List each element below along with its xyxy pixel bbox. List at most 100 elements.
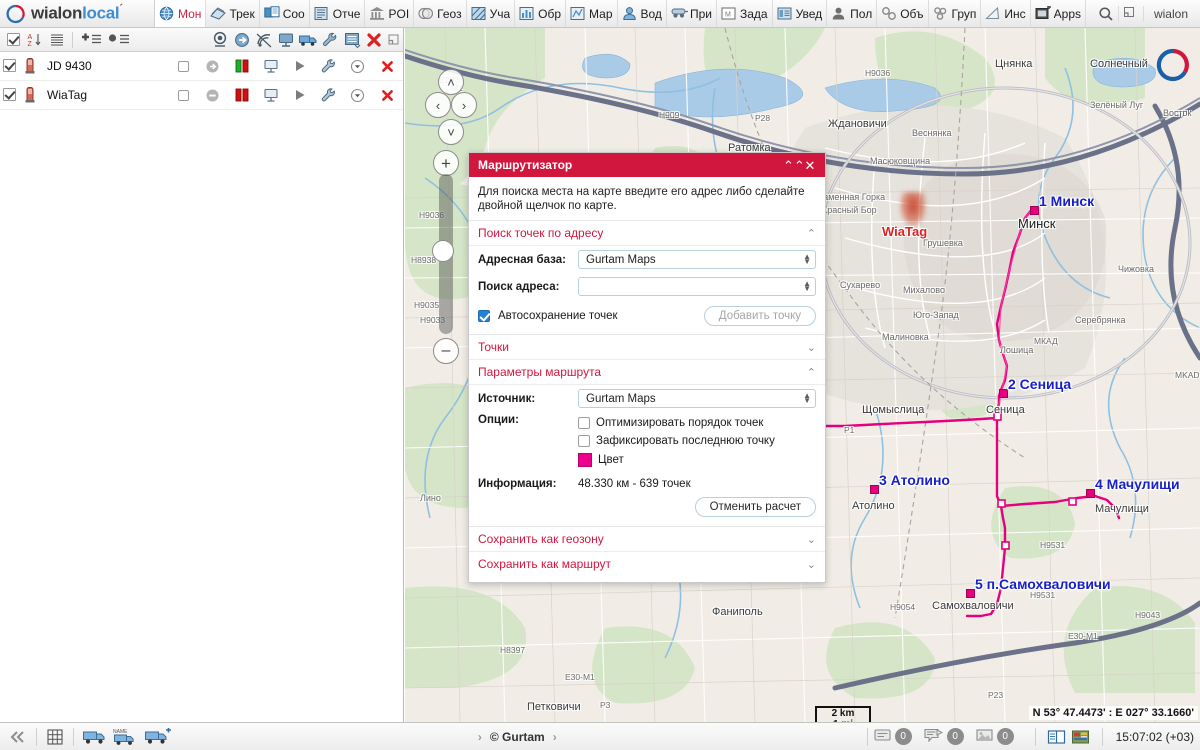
pan-right-button[interactable]: › <box>451 92 477 118</box>
layers-icon[interactable] <box>1069 726 1093 748</box>
signal-green-icon[interactable] <box>229 59 254 73</box>
signal-icon[interactable] <box>254 30 274 50</box>
zoom-slider-thumb[interactable] <box>432 240 454 262</box>
close-icon[interactable]: ✕ <box>801 159 819 172</box>
nav-item-10[interactable]: При <box>667 0 717 27</box>
chevron-down-circle-icon[interactable] <box>345 59 370 74</box>
routing-dialog-header[interactable]: Маршрутизатор ⌃⌃ ✕ <box>469 153 825 177</box>
nav-item-apps[interactable]: Apps <box>1031 0 1086 27</box>
minus-circle-icon[interactable] <box>200 88 225 103</box>
unit-truck-icon[interactable] <box>80 726 110 748</box>
current-user-label[interactable]: wialon <box>1144 7 1200 21</box>
chevron-down-circle-icon[interactable] <box>345 88 370 103</box>
section-save-geofence[interactable]: Сохранить как геозону ⌄ <box>469 527 825 552</box>
unit-row[interactable]: WiaTag <box>0 81 403 110</box>
nav-item-14[interactable]: Объ <box>877 0 928 27</box>
follow-icon[interactable] <box>232 30 252 50</box>
wrench-icon[interactable] <box>316 87 341 104</box>
sort-az-icon[interactable]: AZ <box>25 30 45 50</box>
reports-icon <box>314 6 330 22</box>
fix-last-point-checkbox[interactable] <box>578 435 590 447</box>
unit-marker-wiatag[interactable] <box>900 192 926 226</box>
pan-left-button[interactable]: ‹ <box>425 92 451 118</box>
autosave-checkbox[interactable] <box>478 310 490 322</box>
nav-item-8[interactable]: Мар <box>566 0 617 27</box>
section-save-route[interactable]: Сохранить как маршрут ⌄ <box>469 552 825 576</box>
expand-button[interactable] <box>1119 6 1144 22</box>
wrench-icon[interactable] <box>320 30 340 50</box>
nav-item-16[interactable]: Инс <box>981 0 1030 27</box>
unit-row[interactable]: JD 9430 <box>0 52 403 81</box>
route-point-marker[interactable] <box>1030 206 1039 215</box>
optimize-order-checkbox[interactable] <box>578 417 590 429</box>
prev-page-arrow[interactable]: › <box>478 730 482 744</box>
route-point-marker[interactable] <box>1086 489 1095 498</box>
zoom-in-button[interactable]: + <box>433 150 459 176</box>
grid-icon[interactable] <box>43 726 67 748</box>
unit-icon[interactable] <box>298 30 318 50</box>
nav-item-0[interactable]: Мон <box>155 0 206 27</box>
nav-item-15[interactable]: Груп <box>929 0 982 27</box>
collapse-icon[interactable]: ⌃⌃ <box>783 159 801 172</box>
list-icon[interactable] <box>47 30 67 50</box>
route-point-marker[interactable] <box>966 589 975 598</box>
zoom-out-button[interactable]: – <box>433 338 459 364</box>
counter-group[interactable]: 0 <box>976 728 1014 745</box>
delete-all-icon[interactable] <box>364 30 384 50</box>
add-point-button[interactable]: Добавить точку <box>704 306 816 326</box>
options-icon[interactable] <box>386 30 400 50</box>
unit-add-truck-icon[interactable] <box>142 726 174 748</box>
arrow-right-icon[interactable] <box>200 59 225 74</box>
nav-item-6[interactable]: Уча <box>467 0 516 27</box>
collapse-panel-icon[interactable] <box>6 726 30 748</box>
play-icon[interactable] <box>287 59 312 73</box>
visibility-icon[interactable] <box>210 30 230 50</box>
section-points[interactable]: Точки ⌄ <box>469 335 825 360</box>
address-base-select[interactable]: Gurtam Maps ▲▼ <box>578 250 816 269</box>
monitor-icon[interactable] <box>276 30 296 50</box>
wrench-icon[interactable] <box>316 58 341 75</box>
book-icon[interactable] <box>1045 726 1069 748</box>
counter-group[interactable]: 0 <box>874 728 912 745</box>
cancel-calculation-button[interactable]: Отменить расчет <box>695 497 816 517</box>
nav-item-11[interactable]: MЗада <box>717 0 773 27</box>
unit-visibility-checkbox[interactable] <box>3 59 17 73</box>
nav-item-poi[interactable]: POI <box>365 0 414 27</box>
app-logo[interactable]: wialonlocal´ <box>0 0 155 27</box>
nav-item-12[interactable]: Увед <box>773 0 828 27</box>
nav-item-3[interactable]: Отче <box>310 0 366 27</box>
empty-checkbox[interactable] <box>171 90 196 101</box>
section-search-by-address[interactable]: Поиск точек по адресу ⌃ <box>469 221 825 246</box>
next-page-arrow[interactable]: › <box>553 730 557 744</box>
delete-icon[interactable] <box>374 59 400 74</box>
play-icon[interactable] <box>287 88 312 102</box>
address-search-input[interactable]: ▲▼ <box>578 277 816 296</box>
route-point-marker[interactable] <box>999 389 1008 398</box>
empty-checkbox[interactable] <box>171 61 196 72</box>
unit-name-truck-icon[interactable]: NAME <box>110 726 142 748</box>
nav-item-1[interactable]: Трек <box>206 0 259 27</box>
add-to-list-icon[interactable] <box>78 30 104 50</box>
pan-down-button[interactable]: ˅ <box>438 119 464 145</box>
route-color-swatch[interactable] <box>578 453 592 467</box>
counter-group[interactable]: 0 <box>924 728 964 745</box>
signal-red-icon[interactable] <box>229 88 254 102</box>
map-view[interactable]: ЦнянкаСолнечныйЗелёный ЛугВостокЖданович… <box>405 28 1200 722</box>
nav-item-9[interactable]: Вод <box>618 0 667 27</box>
route-point-marker[interactable] <box>870 485 879 494</box>
nav-item-5[interactable]: Геоз <box>414 0 466 27</box>
pan-up-button[interactable]: ˄ <box>438 69 464 95</box>
nav-item-13[interactable]: Пол <box>827 0 877 27</box>
nav-item-2[interactable]: Соо <box>260 0 310 27</box>
section-route-params[interactable]: Параметры маршрута ⌃ <box>469 360 825 385</box>
select-all-checkbox[interactable] <box>3 30 23 50</box>
search-button[interactable] <box>1094 6 1119 22</box>
source-select[interactable]: Gurtam Maps ▲▼ <box>578 389 816 408</box>
report-icon[interactable] <box>342 30 362 50</box>
filter-list-icon[interactable] <box>106 30 132 50</box>
delete-icon[interactable] <box>374 88 400 103</box>
nav-item-7[interactable]: Обр <box>515 0 566 27</box>
unit-visibility-checkbox[interactable] <box>3 88 17 102</box>
monitor-icon[interactable] <box>258 58 283 74</box>
monitor-icon[interactable] <box>258 87 283 103</box>
